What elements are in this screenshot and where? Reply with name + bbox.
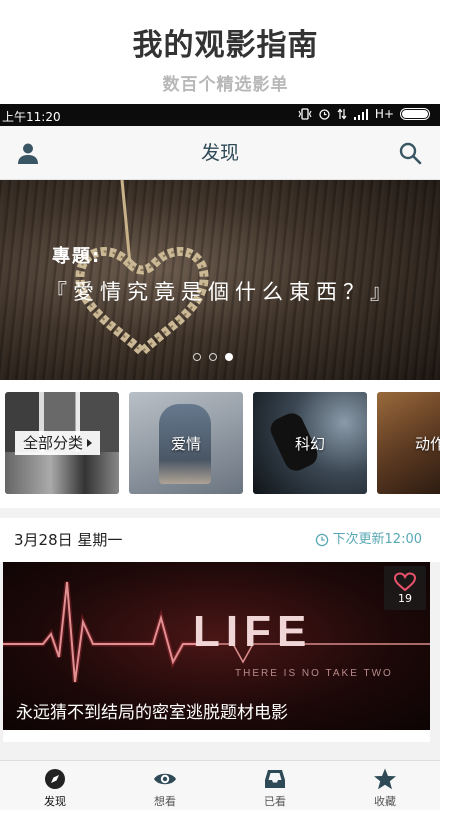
tab-watched[interactable]: 已看	[220, 761, 330, 810]
tab-want-to-watch-label: 想看	[154, 795, 176, 808]
banner-label: 專題:	[52, 246, 102, 267]
next-update: 下次更新12:00	[315, 518, 422, 562]
carousel-dot-active[interactable]	[225, 353, 233, 361]
category-all-chip: 全部分类	[15, 431, 101, 455]
alarm-icon	[319, 109, 330, 120]
tab-want-to-watch[interactable]: 想看	[110, 761, 220, 810]
category-scifi-label: 科幻	[294, 434, 325, 453]
status-time: 上午11:20	[2, 110, 61, 124]
card-art-text: LIFE	[193, 607, 312, 656]
date-header: 3月28日 星期一 下次更新12:00	[0, 518, 440, 562]
signal-icon	[353, 109, 368, 120]
promo-title: 我的观影指南	[132, 28, 319, 63]
status-bar: 上午11:20 H+	[0, 104, 440, 126]
date-label: 3月28日 星期一	[14, 531, 123, 549]
phone-screen: 上午11:20 H+ 发现 專題: 『愛情究竟是個什么東西？』 全部分类 爱情 …	[0, 104, 440, 810]
card-title: 永远猜不到结局的密室逃脱题材电影	[16, 703, 288, 723]
compass-icon	[45, 769, 65, 789]
category-all-label: 全部分类	[23, 434, 84, 452]
movie-list-card[interactable]: LIFE THERE IS NO TAKE TWO 19 永远猜不到结局的密室逃…	[3, 562, 430, 730]
eye-icon	[154, 773, 176, 785]
data-arrows-icon	[337, 108, 347, 120]
tab-discover[interactable]: 发现	[0, 761, 110, 810]
carousel-dot[interactable]	[209, 353, 217, 361]
tab-favorites[interactable]: 收藏	[330, 761, 440, 810]
tab-watched-label: 已看	[264, 795, 286, 808]
arrow-right-icon	[87, 439, 93, 447]
like-button[interactable]: 19	[384, 566, 426, 610]
star-icon	[374, 768, 396, 790]
network-type: H+	[374, 107, 394, 121]
banner-headline: 『愛情究竟是個什么東西？』	[46, 280, 397, 304]
category-action-label: 动作	[415, 434, 440, 453]
rope-heart-image	[75, 180, 209, 359]
next-update-label: 下次更新12:00	[332, 532, 422, 547]
card-art-subtext: THERE IS NO TAKE TWO	[235, 668, 393, 679]
category-action[interactable]: 动作	[377, 392, 440, 494]
carousel-dot[interactable]	[193, 353, 201, 361]
like-count: 19	[398, 592, 412, 605]
category-all-collage-lower	[5, 452, 119, 494]
feature-banner[interactable]: 專題: 『愛情究竟是個什么東西？』	[0, 180, 440, 380]
promo-subtitle: 数百个精选影单	[162, 75, 289, 95]
top-nav-bar: 发现	[0, 126, 440, 180]
card-footer	[3, 730, 430, 742]
battery-icon	[400, 108, 430, 120]
heart-outline-icon	[393, 572, 417, 592]
status-icons: H+	[298, 107, 430, 121]
clock-icon	[315, 533, 328, 547]
category-romance[interactable]: 爱情	[129, 392, 243, 494]
tab-discover-label: 发现	[44, 795, 66, 808]
vibrate-icon	[298, 108, 312, 120]
category-scifi[interactable]: 科幻	[253, 392, 367, 494]
category-romance-label: 爱情	[170, 434, 201, 453]
category-all[interactable]: 全部分类	[5, 392, 119, 494]
page-title: 发现	[200, 142, 239, 164]
carousel-dots	[193, 353, 233, 361]
search-icon[interactable]	[398, 141, 422, 165]
bottom-tab-bar: 发现 想看 已看 收藏	[0, 760, 440, 810]
category-strip: 全部分类 爱情 科幻 动作	[0, 380, 440, 508]
inbox-icon	[265, 770, 285, 788]
tab-favorites-label: 收藏	[374, 795, 396, 808]
